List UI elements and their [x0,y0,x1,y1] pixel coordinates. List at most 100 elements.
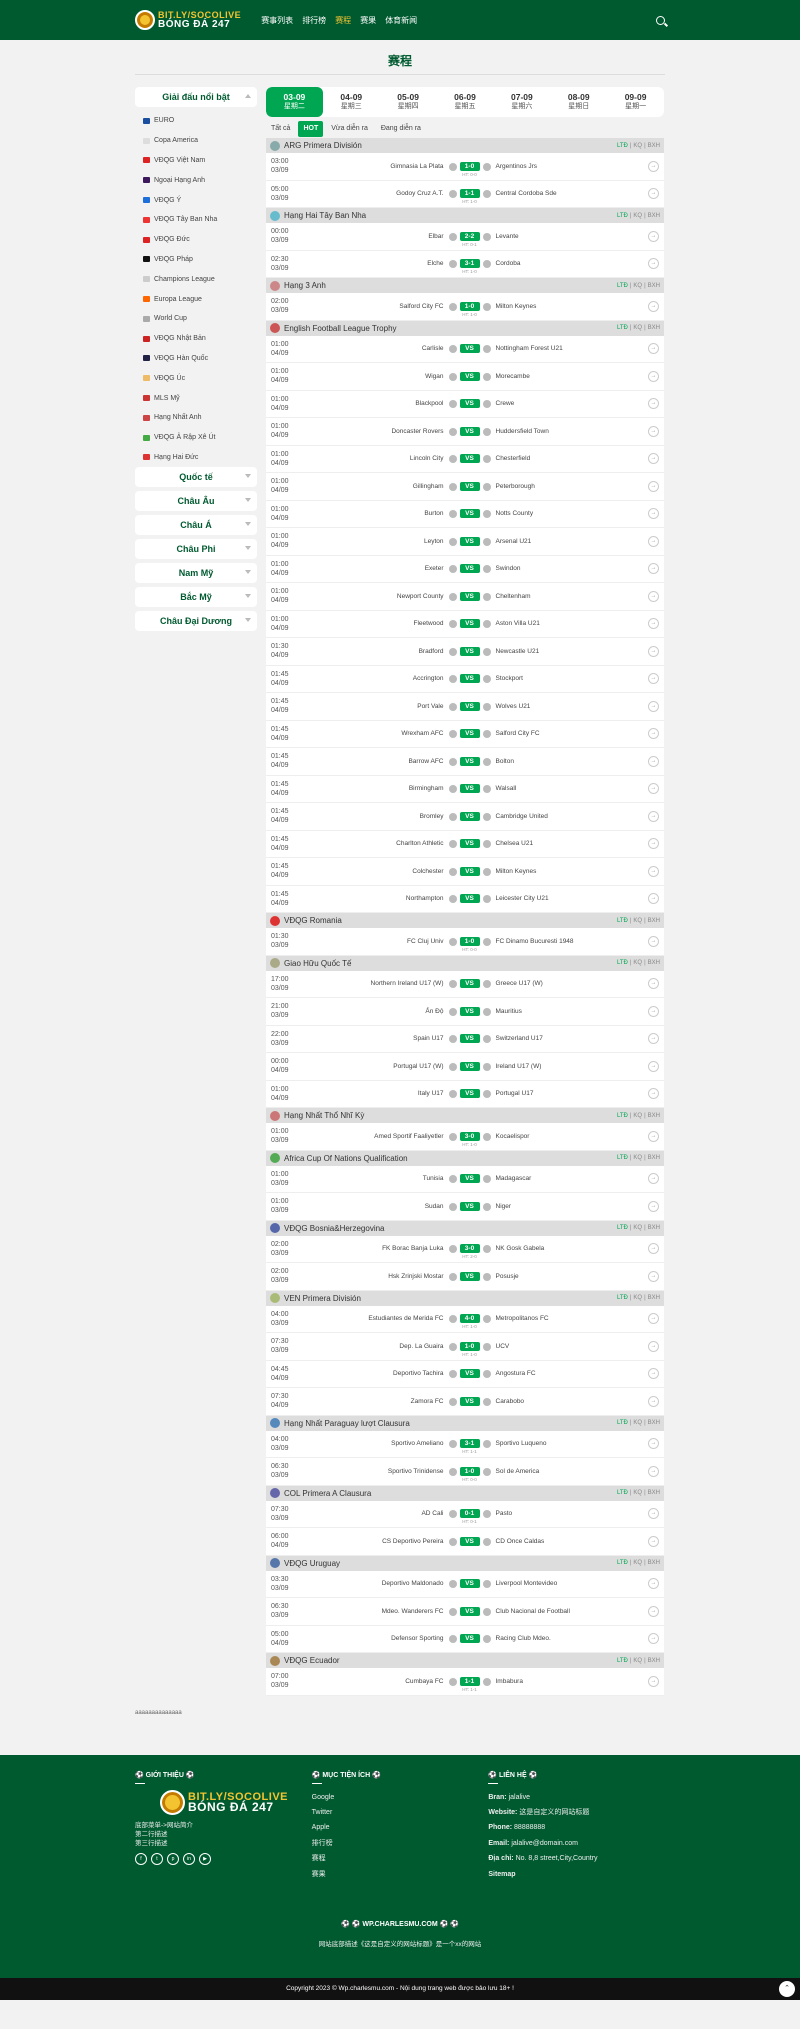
league-tag-link[interactable]: BXH [648,1490,660,1496]
away-team[interactable]: Metropolitanos FC [480,1315,641,1324]
away-team[interactable]: Swindon [480,565,641,574]
away-team[interactable]: Pasto [480,1510,641,1519]
search-icon[interactable] [656,15,665,25]
away-team[interactable]: CD Once Caldas [480,1537,641,1546]
arrow-right-icon[interactable]: → [648,1130,659,1142]
sidebar-league-item[interactable]: VĐQG Ý [135,190,257,210]
league-name[interactable]: Hạng Hai Tây Ban Nha [284,211,366,220]
featured-leagues-panel[interactable]: Giải đấu nổi bật [135,87,257,107]
twitter-icon[interactable]: t [151,1852,163,1865]
league-name[interactable]: Africa Cup Of Nations Qualification [284,1154,408,1163]
match-row[interactable]: 01:00 03/09 Amed Sportif Faaliyetler 3-0 HT:… [266,1123,664,1151]
arrow-right-icon[interactable]: → [648,1605,659,1617]
league-tag-link[interactable]: BXH [648,213,660,219]
match-row[interactable]: 01:45 04/09 Accrington VS Stockport → [266,665,664,693]
league-tag-link[interactable]: KQ [633,1490,642,1496]
match-row[interactable]: 01:00 04/09 Lincoln City VS Chesterfield → [266,445,664,473]
filter-tab[interactable]: Tất cả [266,121,296,137]
league-name[interactable]: VĐQG Bosnia&Herzegovina [284,1224,385,1233]
arrow-right-icon[interactable]: → [648,160,659,172]
match-row[interactable]: 01:00 04/09 Leyton VS Arsenal U21 → [266,528,664,556]
footer-link[interactable]: Apple [312,1820,489,1835]
league-tag-link[interactable]: LTĐ [617,1113,628,1119]
away-team[interactable]: Morecambe [480,372,641,381]
home-team[interactable]: Northern Ireland U17 (W) [299,980,460,989]
sidebar-league-item[interactable]: World Cup [135,309,257,329]
away-team[interactable]: Milton Keynes [480,302,641,311]
region-header[interactable]: Châu Phi [135,539,257,559]
league-tag-link[interactable]: KQ [633,1155,642,1161]
home-team[interactable]: Gimnasia La Plata [299,162,460,171]
arrow-right-icon[interactable]: → [648,343,659,355]
league-tag-link[interactable]: LTĐ [617,1155,628,1161]
arrow-right-icon[interactable]: → [648,700,659,712]
match-row[interactable]: 01:45 04/09 Colchester VS Milton Keynes → [266,858,664,886]
match-row[interactable]: 02:30 03/09 Elche 3-1 HT: 1-0 Cordoba → [266,250,664,278]
sidebar-league-item[interactable]: Europa League [135,289,257,309]
league-tag-link[interactable]: LTĐ [617,283,628,289]
footer-logo[interactable]: BIT.LY/SOCOLIVE BÓNG ĐÁ 247 [160,1789,312,1815]
away-team[interactable]: Cheltenham [480,592,641,601]
league-tag-link[interactable]: BXH [648,1295,660,1301]
region-header[interactable]: Châu Đại Dương [135,611,257,631]
sidebar-league-item[interactable]: VĐQG Ả Rập Xê Út [135,428,257,448]
league-tag-link[interactable]: LTĐ [617,143,628,149]
home-team[interactable]: Estudiantes de Merida FC [299,1315,460,1324]
home-team[interactable]: Doncaster Rovers [299,427,460,436]
away-team[interactable]: Kocaelispor [480,1132,641,1141]
match-row[interactable]: 04:00 03/09 Estudiantes de Merida FC 4-0 HT:… [266,1305,664,1333]
league-tag-link[interactable]: BXH [648,1658,660,1664]
league-tag-link[interactable]: LTĐ [617,1490,628,1496]
match-row[interactable]: 01:00 04/09 Italy U17 VS Portugal U17 → [266,1080,664,1108]
arrow-right-icon[interactable]: → [648,810,659,822]
home-team[interactable]: Salford City FC [299,302,460,311]
match-row[interactable]: 06:30 03/09 Sportivo Trinidense 1-0 HT: 0-0 S… [266,1458,664,1486]
region-panel[interactable]: Châu Âu [135,491,257,512]
league-name[interactable]: Hạng 3 Anh [284,281,326,290]
arrow-right-icon[interactable]: → [648,1060,659,1072]
arrow-right-icon[interactable]: → [648,935,659,947]
away-team[interactable]: Leicester City U21 [480,895,641,904]
home-team[interactable]: Tunisia [299,1175,460,1184]
arrow-right-icon[interactable]: → [648,893,659,905]
home-team[interactable]: Charlton Athletic [299,840,460,849]
league-tag-link[interactable]: KQ [633,1420,642,1426]
away-team[interactable]: Sportivo Luqueno [480,1440,641,1449]
league-tag-link[interactable]: BXH [648,143,660,149]
sidebar-league-item[interactable]: VĐQG Nhật Bản [135,329,257,349]
match-row[interactable]: 01:45 04/09 Wrexham AFC VS Salford City FC → [266,720,664,748]
arrow-right-icon[interactable]: → [648,865,659,877]
arrow-right-icon[interactable]: → [648,1005,659,1017]
league-tag-link[interactable]: LTĐ [617,1295,628,1301]
chevron-down-icon[interactable] [245,618,251,623]
region-panel[interactable]: Châu Phi [135,539,257,560]
away-team[interactable]: UCV [480,1342,641,1351]
home-team[interactable]: Italy U17 [299,1090,460,1099]
league-tag-link[interactable]: KQ [633,960,642,966]
match-row[interactable]: 02:00 03/09 FK Borac Banja Luka 3-0 HT: 2-0 N… [266,1235,664,1263]
match-row[interactable]: 02:00 03/09 Salford City FC 1-0 HT: 1-0 Milto… [266,293,664,321]
home-team[interactable]: Blackpool [299,400,460,409]
sidebar-league-item[interactable]: Ngoại Hạng Anh [135,170,257,190]
league-tag-link[interactable]: LTĐ [617,1420,628,1426]
home-team[interactable]: Accrington [299,675,460,684]
home-team[interactable]: CS Deportivo Pereira [299,1537,460,1546]
match-row[interactable]: 05:00 04/09 Defensor Sporting VS Racing Club… [266,1625,664,1653]
league-tag-link[interactable]: LTĐ [617,1560,628,1566]
away-team[interactable]: Ireland U17 (W) [480,1062,641,1071]
league-name[interactable]: COL Primera A Clausura [284,1489,371,1498]
home-team[interactable]: Godoy Cruz A.T. [299,190,460,199]
league-tag-link[interactable]: BXH [648,960,660,966]
linkedin-icon[interactable]: in [183,1852,195,1865]
league-tag-link[interactable]: BXH [648,325,660,331]
sidebar-league-item[interactable]: VĐQG Hàn Quốc [135,349,257,369]
home-team[interactable]: Bradford [299,647,460,656]
arrow-right-icon[interactable]: → [648,1243,659,1255]
nav-item[interactable]: 赛事列表 [261,15,293,26]
home-team[interactable]: Elbar [299,232,460,241]
match-row[interactable]: 01:00 04/09 Newport County VS Cheltenham → [266,583,664,611]
arrow-right-icon[interactable]: → [648,1200,659,1212]
league-tag-link[interactable]: BXH [648,1420,660,1426]
away-team[interactable]: Nottingham Forest U21 [480,345,641,354]
arrow-right-icon[interactable]: → [648,590,659,602]
